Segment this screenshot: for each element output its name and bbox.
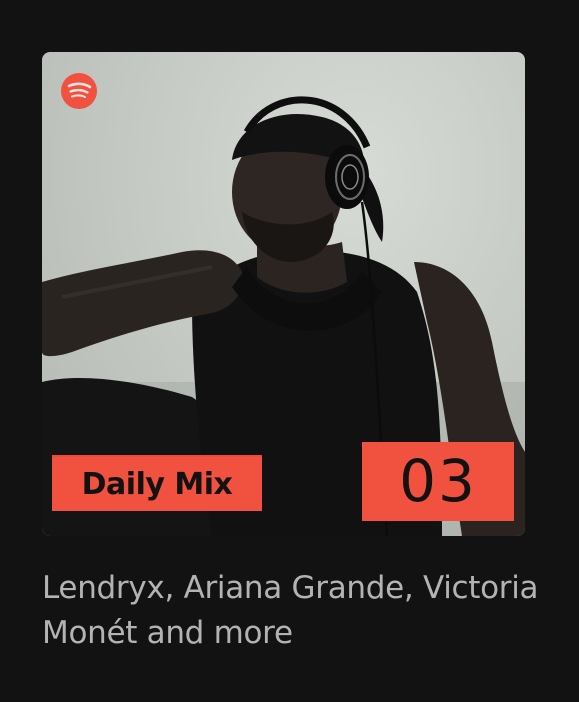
playlist-title-badge: Daily Mix <box>52 455 262 511</box>
playlist-card[interactable]: Daily Mix 03 Lendryx, Ariana Grande, Vic… <box>0 0 579 702</box>
playlist-cover-art[interactable]: Daily Mix 03 <box>42 52 525 536</box>
playlist-number-badge: 03 <box>362 442 514 521</box>
spotify-logo-icon <box>61 73 97 109</box>
playlist-description: Lendryx, Ariana Grande, Victoria Monét a… <box>42 570 539 651</box>
